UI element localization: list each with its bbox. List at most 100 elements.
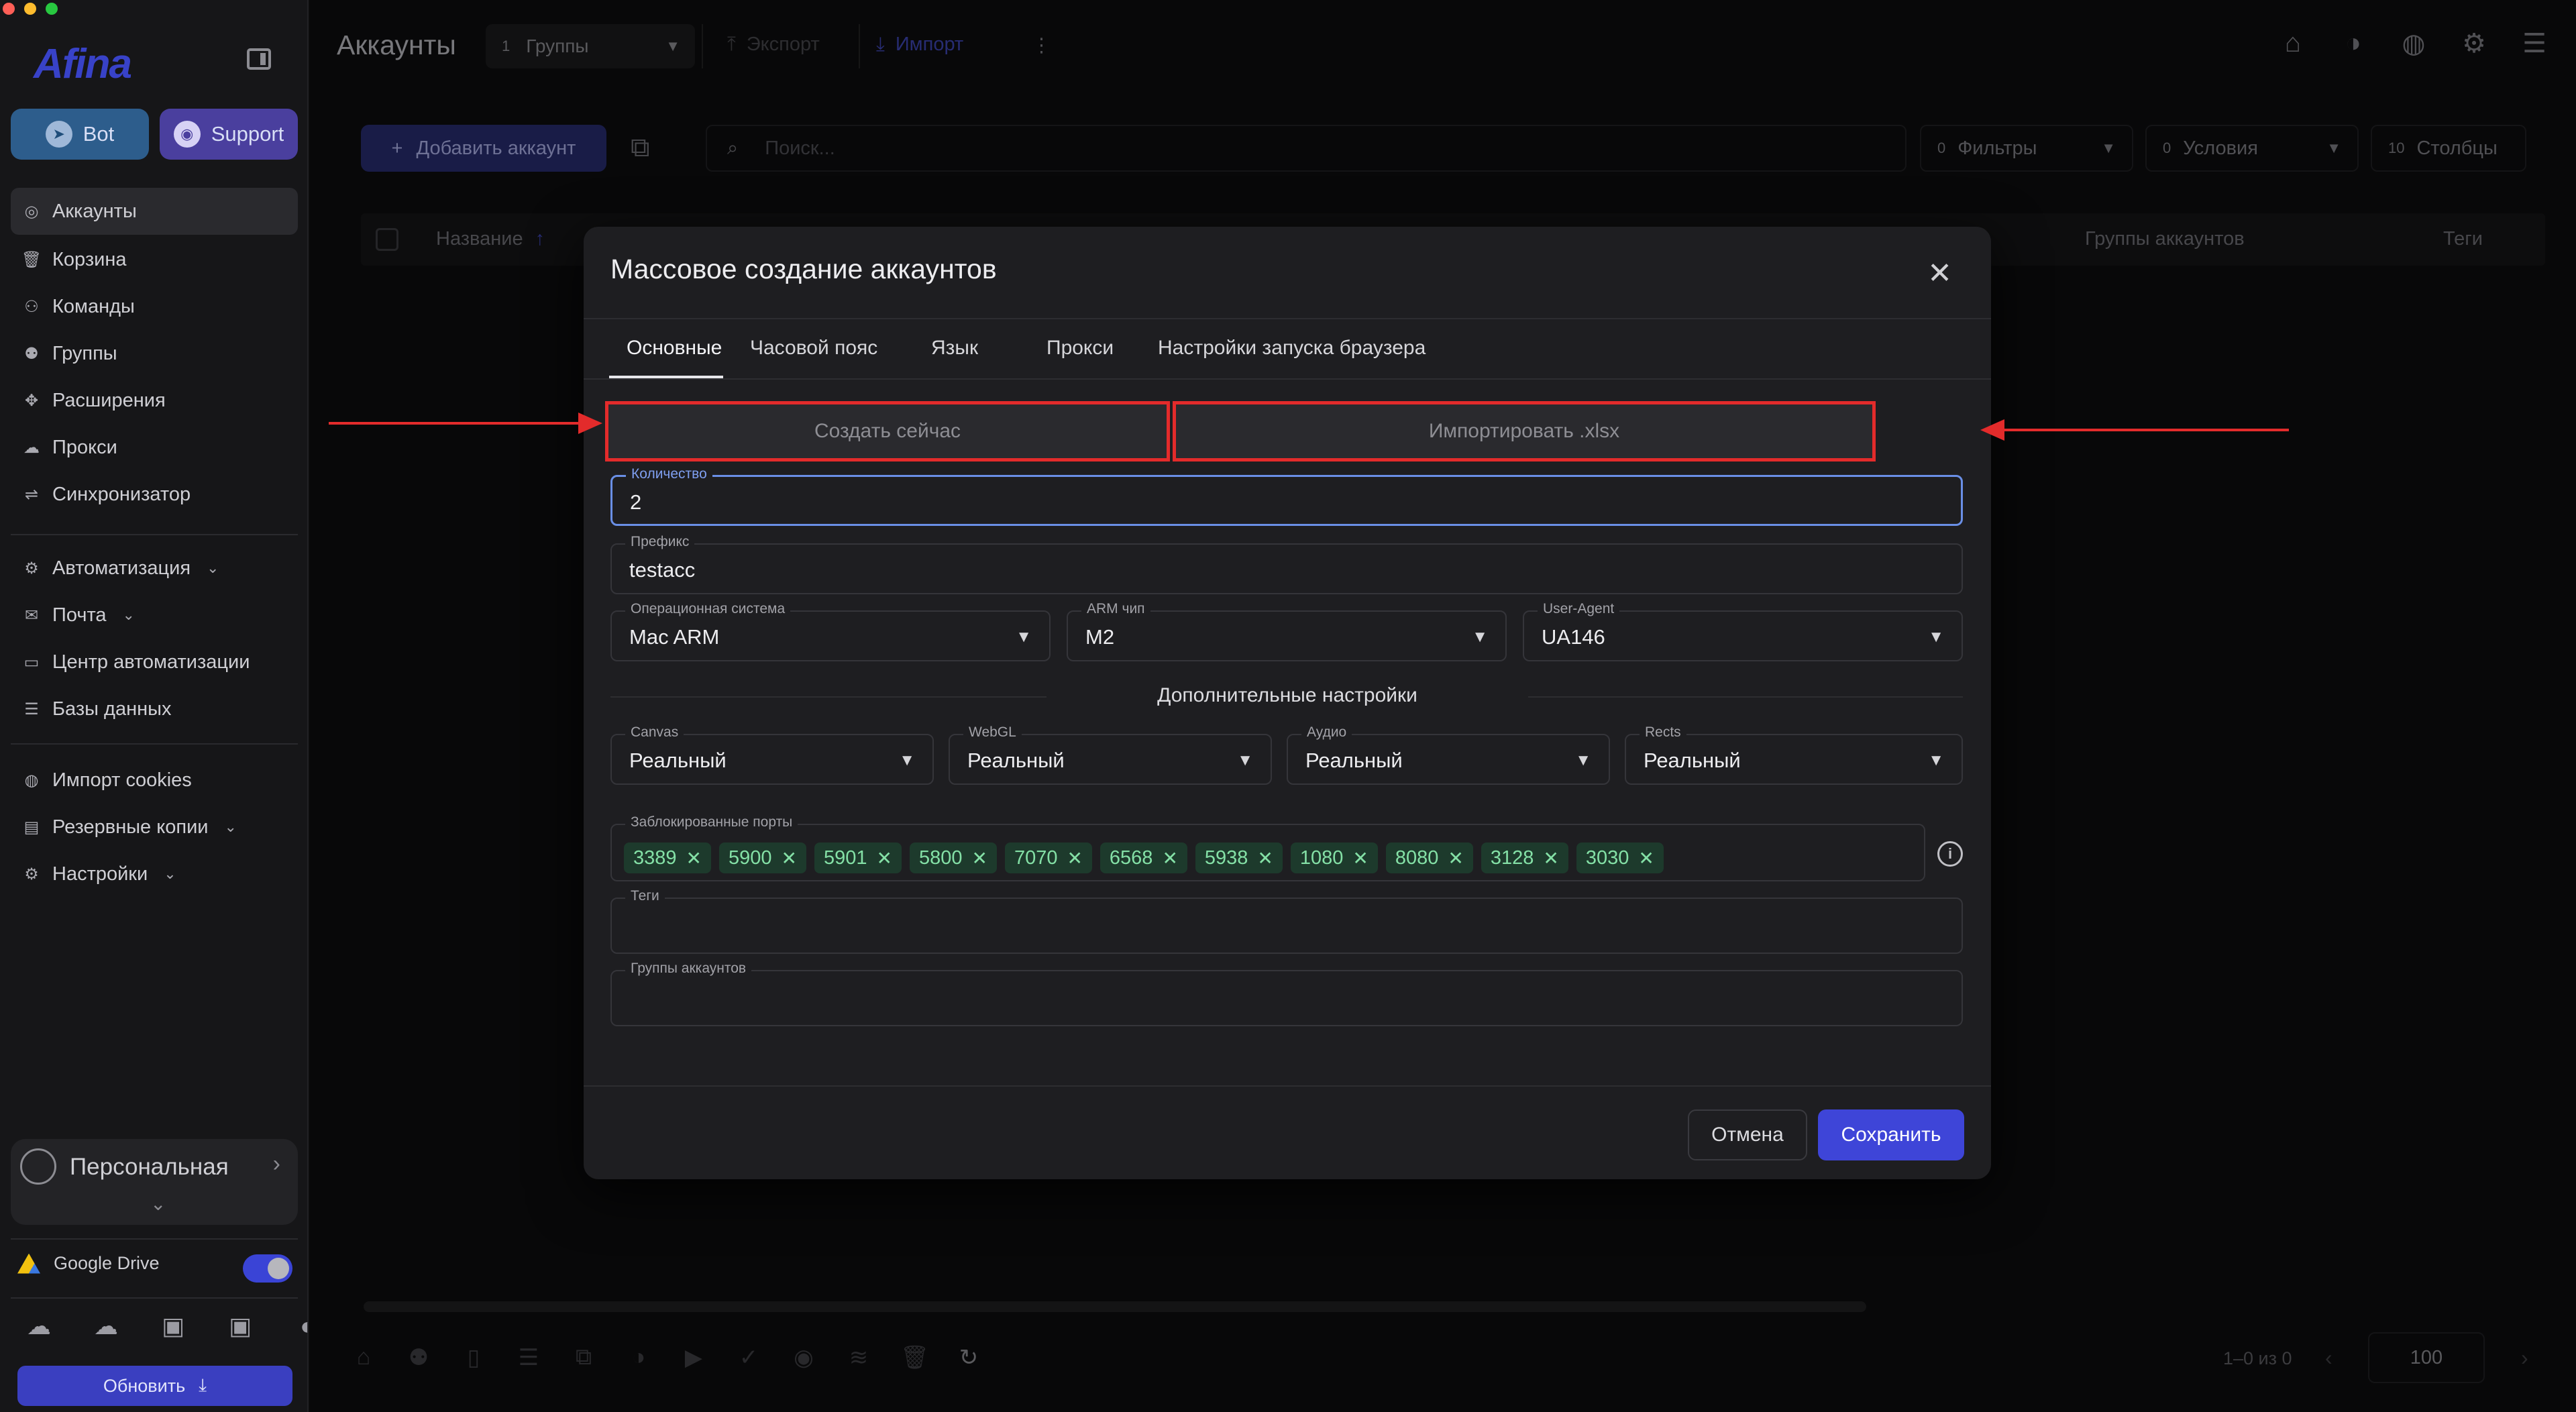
cancel-button[interactable]: Отмена <box>1688 1109 1807 1160</box>
remove-chip-icon[interactable]: ✕ <box>782 847 797 869</box>
sidebar-item-backups[interactable]: ▤ Резервные копии ⌄ <box>11 804 298 851</box>
blocked-ports-field[interactable]: Заблокированные порты 3389 ✕ 5900 ✕ 5901 ✕ 580… <box>610 814 1925 881</box>
sidebar-item-import-cookies[interactable]: ◍ Импорт cookies <box>11 757 298 804</box>
create-now-button[interactable]: Создать сейчас <box>605 401 1170 461</box>
sidebar-item-label: Почта <box>52 604 107 626</box>
sidebar-item-label: Команды <box>52 295 135 317</box>
rects-select[interactable]: Rects Реальный ▼ <box>1625 724 1963 785</box>
os-select[interactable]: Операционная система Mac ARM ▼ <box>610 601 1051 661</box>
port-chip-label: 3389 <box>633 847 677 869</box>
tab-language[interactable]: Язык <box>931 337 978 360</box>
caret-down-icon: ▼ <box>1016 628 1032 646</box>
import-xlsx-button[interactable]: Импортировать .xlsx <box>1173 401 1876 461</box>
folder-upload-icon[interactable]: ▣ <box>158 1312 188 1340</box>
remove-chip-icon[interactable]: ✕ <box>971 847 987 869</box>
port-chip: 6568 ✕ <box>1099 843 1187 873</box>
support-button[interactable]: ◉ Support <box>160 109 298 160</box>
sidebar-item-proxy[interactable]: ☁ Прокси <box>11 424 298 471</box>
tab-proxy[interactable]: Прокси <box>1046 337 1114 360</box>
remove-chip-icon[interactable]: ✕ <box>686 847 702 869</box>
quantity-value: 2 <box>630 490 642 514</box>
sidebar-item-extensions[interactable]: ✥ Расширения <box>11 377 298 424</box>
chevron-down-icon: ⌄ <box>164 865 176 882</box>
arm-chip-label: ARM чип <box>1081 601 1150 617</box>
sidebar-item-mail[interactable]: ✉ Почта ⌄ <box>11 592 298 639</box>
sidebar-item-teams[interactable]: ⚇ Команды <box>11 283 298 330</box>
update-button[interactable]: Обновить ⤓ <box>17 1366 292 1406</box>
sidebar-item-groups[interactable]: ⚉ Группы <box>11 330 298 377</box>
audio-select[interactable]: Аудио Реальный ▼ <box>1287 724 1610 785</box>
mail-icon: ✉ <box>24 606 39 624</box>
sidebar-toggle-icon[interactable] <box>247 48 271 70</box>
sidebar-item-label: Прокси <box>52 436 117 458</box>
quantity-field[interactable]: Количество 2 <box>610 466 1963 526</box>
arm-chip-select[interactable]: ARM чип M2 ▼ <box>1067 601 1507 661</box>
port-chip-label: 6568 <box>1109 847 1153 869</box>
canvas-select[interactable]: Canvas Реальный ▼ <box>610 724 934 785</box>
workspace-switcher[interactable]: Персональная › ⌄ <box>11 1139 298 1225</box>
remove-chip-icon[interactable]: ✕ <box>1638 847 1654 869</box>
tags-field[interactable]: Теги <box>610 888 1963 954</box>
tab-main[interactable]: Основные <box>627 337 722 360</box>
close-icon[interactable]: ✕ <box>1927 256 1952 290</box>
info-icon[interactable]: i <box>1937 841 1963 867</box>
sidebar-item-databases[interactable]: ☰ Базы данных <box>11 686 298 732</box>
account-groups-field[interactable]: Группы аккаунтов <box>610 961 1963 1026</box>
prefix-field[interactable]: Префикс testacc <box>610 534 1963 594</box>
sidebar-item-automation[interactable]: ⚙ Автоматизация ⌄ <box>11 545 298 592</box>
close-window-icon[interactable] <box>3 3 15 15</box>
google-drive-toggle[interactable] <box>243 1254 292 1283</box>
sidebar-item-label: Настройки <box>52 863 148 885</box>
port-chip: 3128 ✕ <box>1481 843 1568 873</box>
minimize-window-icon[interactable] <box>24 3 36 15</box>
chevron-down-icon: ⌄ <box>150 1193 166 1214</box>
remove-chip-icon[interactable]: ✕ <box>1257 847 1273 869</box>
port-chip: 3389 ✕ <box>624 843 711 873</box>
download-icon: ⤓ <box>199 1375 207 1395</box>
remove-chip-icon[interactable]: ✕ <box>1162 847 1177 869</box>
database-icon: ☰ <box>24 700 39 718</box>
user-circle-icon: ◎ <box>24 202 39 221</box>
sidebar-bottom-icons: ☁ ☁ ▣ ▣ ◐ <box>24 1312 322 1340</box>
remove-chip-icon[interactable]: ✕ <box>1448 847 1463 869</box>
arm-chip-value: M2 <box>1085 625 1115 649</box>
sidebar-item-label: Аккаунты <box>52 200 137 222</box>
remove-chip-icon[interactable]: ✕ <box>1067 847 1082 869</box>
port-chip-label: 7070 <box>1014 847 1058 869</box>
sidebar-item-label: Базы данных <box>52 698 172 720</box>
annotation-arrow-right-head <box>1980 419 2004 441</box>
port-chip-label: 5900 <box>728 847 772 869</box>
google-drive-label: Google Drive <box>54 1253 160 1273</box>
sidebar-item-accounts[interactable]: ◎ Аккаунты <box>11 188 298 235</box>
remove-chip-icon[interactable]: ✕ <box>1543 847 1558 869</box>
dialog-title: Массовое создание аккаунтов <box>610 254 997 284</box>
cloud-upload-icon[interactable]: ☁ <box>24 1312 54 1340</box>
tab-browser-launch[interactable]: Настройки запуска браузера <box>1158 337 1426 360</box>
annotation-arrow-left-head <box>578 413 602 434</box>
bot-button[interactable]: ➤ Bot <box>11 109 149 160</box>
cloud-download-icon[interactable]: ☁ <box>91 1312 121 1340</box>
user-agent-label: User-Agent <box>1538 601 1620 617</box>
port-chip-label: 8080 <box>1395 847 1439 869</box>
people-icon: ⚉ <box>24 344 39 363</box>
sidebar-item-automation-center[interactable]: ▭ Центр автоматизации <box>11 639 298 686</box>
support-button-label: Support <box>211 122 284 146</box>
app-logo: Afina <box>34 41 132 87</box>
extra-settings-title: Дополнительные настройки <box>1157 684 1417 706</box>
webgl-value: Реальный <box>967 749 1065 772</box>
folder-download-icon[interactable]: ▣ <box>225 1312 255 1340</box>
port-chip: 5901 ✕ <box>814 843 902 873</box>
maximize-window-icon[interactable] <box>46 3 58 15</box>
caret-down-icon: ▼ <box>1928 628 1944 646</box>
tab-timezone[interactable]: Часовой пояс <box>750 337 877 360</box>
sidebar-item-settings[interactable]: ⚙ Настройки ⌄ <box>11 851 298 898</box>
sidebar-item-label: Синхронизатор <box>52 483 191 505</box>
webgl-select[interactable]: WebGL Реальный ▼ <box>949 724 1272 785</box>
port-chip-label: 1080 <box>1299 847 1344 869</box>
user-agent-select[interactable]: User-Agent UA146 ▼ <box>1523 601 1963 661</box>
save-button[interactable]: Сохранить <box>1818 1109 1964 1160</box>
remove-chip-icon[interactable]: ✕ <box>876 847 892 869</box>
sidebar-item-synchronizer[interactable]: ⇌ Синхронизатор <box>11 471 298 518</box>
remove-chip-icon[interactable]: ✕ <box>1352 847 1368 869</box>
sidebar-item-trash[interactable]: 🗑 Корзина <box>11 236 298 283</box>
